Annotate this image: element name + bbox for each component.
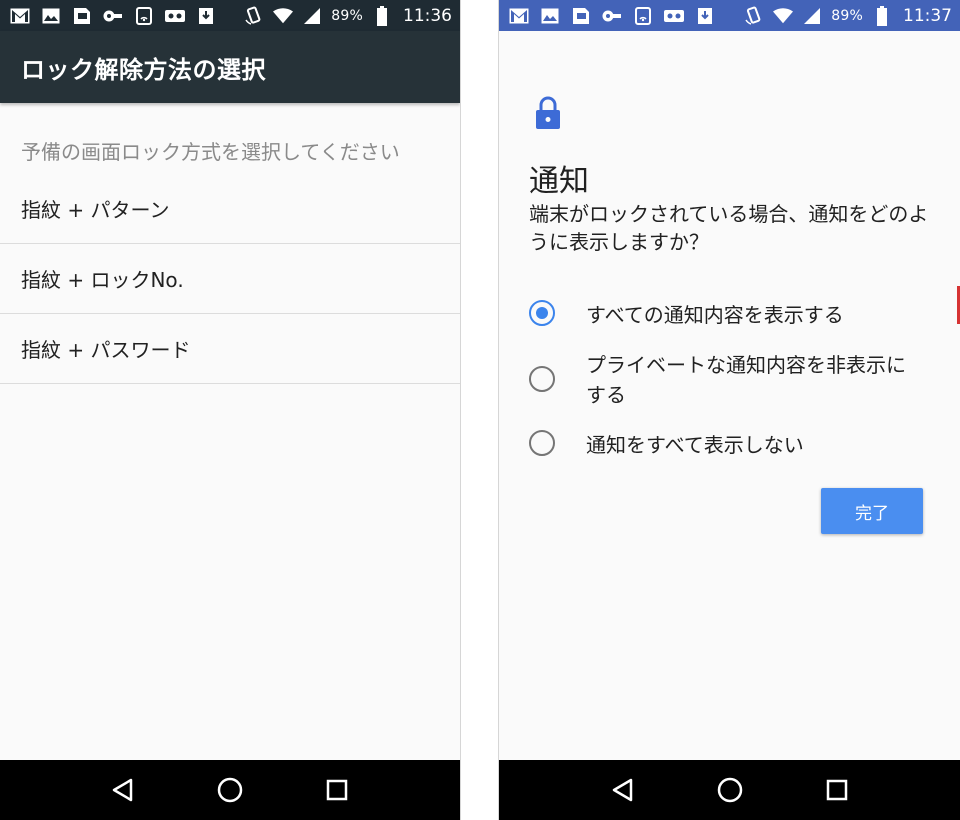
back-icon[interactable] xyxy=(103,770,143,810)
question-text: 端末がロックされている場合、通知をどのように表示しますか？ xyxy=(529,202,929,254)
lock-option-list: 指紋 + パターン 指紋 + ロックNo. 指紋 + パスワード xyxy=(0,174,460,384)
lock-method-screen: 89% 11:36 ロック解除方法の選択 予備の画面ロック方式を選択してください… xyxy=(0,0,461,820)
option-fingerprint-pin[interactable]: 指紋 + ロックNo. xyxy=(0,244,460,314)
signal-icon xyxy=(802,7,822,25)
wifi-icon xyxy=(773,7,794,25)
recents-icon[interactable] xyxy=(317,770,357,810)
navigation-bar xyxy=(0,760,460,820)
radio-label: プライベートな通知内容を非表示にする xyxy=(586,353,906,407)
status-bar: 89% 11:37 xyxy=(499,0,960,31)
app-bar: ロック解除方法の選択 xyxy=(0,31,460,103)
battery-icon xyxy=(372,5,392,26)
sim-card-icon xyxy=(72,7,92,25)
download-icon xyxy=(196,7,216,25)
radio-show-none[interactable]: 通知をすべて表示しない xyxy=(529,430,926,460)
back-icon[interactable] xyxy=(603,770,643,810)
lock-icon xyxy=(535,96,561,130)
voicemail-icon xyxy=(165,7,185,25)
nfc-icon xyxy=(633,6,653,25)
option-label: 指紋 + ロックNo. xyxy=(21,268,184,292)
image-icon xyxy=(41,7,61,25)
voicemail-icon xyxy=(664,7,684,25)
clock: 11:36 xyxy=(403,5,452,26)
navigation-bar xyxy=(499,760,960,820)
key-icon xyxy=(602,7,622,25)
recents-icon[interactable] xyxy=(817,770,857,810)
page-title: 通知 xyxy=(529,164,589,199)
key-icon xyxy=(103,7,123,25)
wifi-icon xyxy=(273,7,294,25)
home-icon[interactable] xyxy=(710,770,750,810)
status-bar: 89% 11:36 xyxy=(0,0,460,31)
radio-button[interactable] xyxy=(529,366,555,392)
sim-card-icon xyxy=(571,7,591,25)
radio-button[interactable] xyxy=(529,430,555,456)
radio-label: 通知をすべて表示しない xyxy=(586,433,804,457)
battery-icon xyxy=(872,5,892,26)
signal-icon xyxy=(302,7,322,25)
image-icon xyxy=(540,7,560,25)
page-title: ロック解除方法の選択 xyxy=(21,55,266,84)
radio-hide-private[interactable]: プライベートな通知内容を非表示にする xyxy=(529,353,926,410)
radio-show-all[interactable]: すべての通知内容を表示する xyxy=(529,300,926,330)
option-label: 指紋 + パスワード xyxy=(21,338,191,362)
gmail-icon xyxy=(10,7,30,25)
home-icon[interactable] xyxy=(210,770,250,810)
done-button[interactable]: 完了 xyxy=(821,488,923,534)
option-fingerprint-pattern[interactable]: 指紋 + パターン xyxy=(0,174,460,244)
radio-button-selected[interactable] xyxy=(529,300,555,326)
radio-label: すべての通知内容を表示する xyxy=(586,303,844,327)
list-header: 予備の画面ロック方式を選択してください xyxy=(21,140,400,164)
option-fingerprint-password[interactable]: 指紋 + パスワード xyxy=(0,314,460,384)
vibrate-icon xyxy=(744,6,764,25)
battery-percent: 89% xyxy=(831,7,863,24)
vibrate-icon xyxy=(244,6,264,25)
clock: 11:37 xyxy=(903,5,952,26)
download-icon xyxy=(695,7,715,25)
battery-percent: 89% xyxy=(331,7,363,24)
nfc-icon xyxy=(134,6,154,25)
notification-settings-screen: 89% 11:37 通知 端末がロックされている場合、通知をどのように表示します… xyxy=(498,0,960,820)
option-label: 指紋 + パターン xyxy=(21,198,170,222)
gmail-icon xyxy=(509,7,529,25)
